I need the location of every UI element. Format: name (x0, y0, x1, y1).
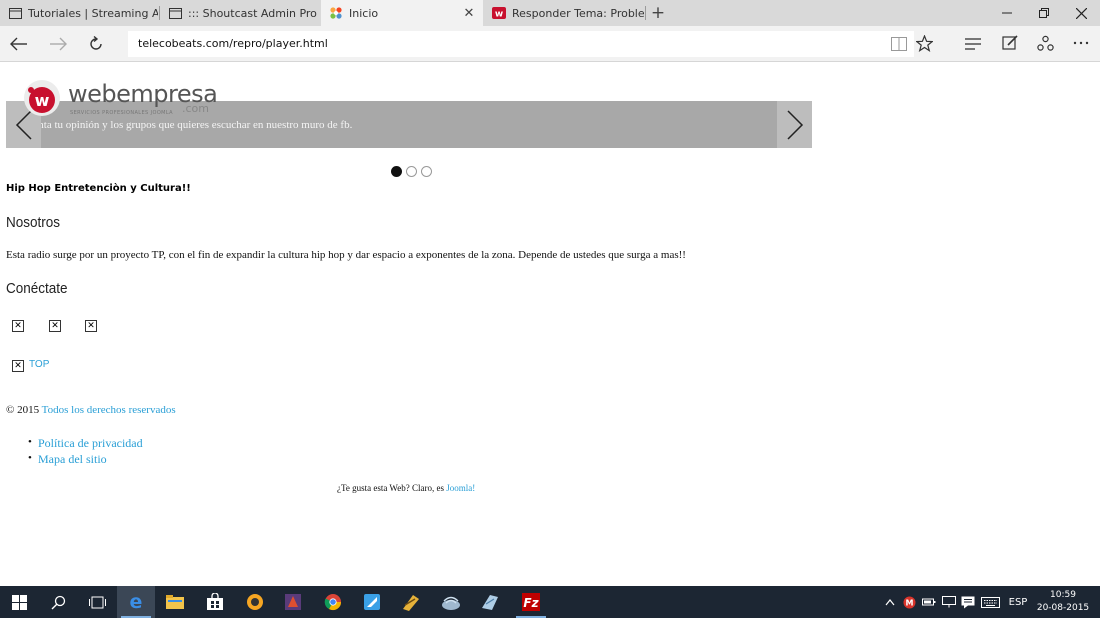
filezilla-icon[interactable]: Fz (512, 586, 550, 618)
app-icon[interactable] (432, 586, 470, 618)
web-page: Comenta tu opinión y los grupos que quie… (0, 62, 1100, 586)
chevron-up-icon[interactable] (883, 586, 897, 618)
restore-button[interactable] (1027, 0, 1061, 26)
task-view-icon[interactable] (78, 586, 116, 618)
site-tagline: Hip Hop Entretenciòn y Cultura!! (6, 183, 191, 194)
app-icon[interactable] (392, 586, 430, 618)
clock-date: 20-08-2015 (1036, 603, 1090, 613)
joomla-icon (329, 6, 343, 20)
taskbar: e Fz M ESP 10:59 20-08-2015 (0, 586, 1100, 618)
refresh-button[interactable] (82, 30, 110, 58)
app-icon[interactable] (353, 586, 391, 618)
slider-pagination (391, 166, 432, 177)
minimize-button[interactable] (990, 0, 1024, 26)
language-indicator[interactable]: ESP (1005, 586, 1031, 618)
copyright-prefix: © 2015 (6, 404, 40, 416)
webempresa-logo-icon: w (24, 80, 60, 116)
list-item: Política de privacidad (28, 436, 143, 452)
tab-divider (645, 6, 646, 20)
battery-icon[interactable] (921, 586, 937, 618)
close-window-button[interactable] (1064, 0, 1098, 26)
webempresa-icon: w (492, 6, 506, 20)
antivirus-icon[interactable]: M (902, 586, 916, 618)
about-heading: Nosotros (6, 214, 61, 231)
sitemap-link[interactable]: Mapa del sitio (38, 452, 107, 466)
slider-dot[interactable] (391, 166, 402, 177)
joomla-link[interactable]: Joomla! (446, 483, 475, 493)
tab-label: Tutoriales | Streaming Audio (28, 6, 158, 20)
vlc-media-player-icon[interactable] (236, 586, 274, 618)
hub-icon[interactable] (963, 35, 983, 53)
copyright: © 2015 Todos los derechos reservados (6, 404, 176, 416)
url-text[interactable]: telecobeats.com/repro/player.html (138, 37, 328, 50)
broken-image-icon[interactable]: ✕ (49, 320, 61, 332)
navigation-bar: telecobeats.com/repro/player.html (0, 26, 1100, 62)
broken-image-icon[interactable]: ✕ (12, 360, 24, 372)
back-button[interactable] (5, 30, 33, 58)
broken-image-icon[interactable]: ✕ (85, 320, 97, 332)
app-icon[interactable] (471, 586, 509, 618)
favorite-star-icon[interactable] (914, 34, 934, 52)
slider-dot[interactable] (421, 166, 432, 177)
chrome-icon[interactable] (314, 586, 352, 618)
tab-label: ::: Shoutcast Admin Pro v2.1.5 (188, 6, 320, 20)
list-item: Mapa del sitio (28, 452, 143, 468)
broken-image-icon[interactable]: ✕ (12, 320, 24, 332)
page-icon (8, 6, 22, 20)
tab-label: Responder Tema: Problema con (512, 6, 644, 20)
privacy-policy-link[interactable]: Política de privacidad (38, 436, 143, 450)
page-icon (168, 6, 182, 20)
top-link[interactable]: TOP (29, 359, 49, 370)
more-options-icon[interactable] (1071, 34, 1091, 52)
footer-links: Política de privacidad Mapa del sitio (28, 436, 143, 468)
start-button[interactable] (0, 586, 38, 618)
notifications-icon[interactable] (960, 586, 976, 618)
tab-responder-tema[interactable]: w Responder Tema: Problema con (484, 0, 644, 26)
logo-tagline: SERVICIOS PROFESIONALES JOOMLA (70, 110, 173, 116)
tab-strip: Tutoriales | Streaming Audio ::: Shoutca… (0, 0, 1100, 26)
logo-suffix: .com (182, 102, 209, 115)
search-icon[interactable] (39, 586, 77, 618)
copyright-link[interactable]: Todos los derechos reservados (42, 404, 176, 416)
slide-caption: Comenta tu opinión y los grupos que quie… (12, 119, 353, 131)
network-icon[interactable] (941, 586, 957, 618)
svg-text:w: w (495, 10, 503, 20)
site-logo[interactable]: w webempresa SERVICIOS PROFESIONALES JOO… (22, 78, 218, 118)
address-bar[interactable]: telecobeats.com/repro/player.html (128, 31, 914, 57)
keyboard-icon[interactable] (979, 586, 1001, 618)
svg-text:M: M (905, 598, 913, 607)
slider-next-button[interactable] (777, 101, 812, 148)
joomla-credit: ¿Te gusta esta Web? Claro, es Joomla! (337, 483, 475, 493)
edge-browser-icon[interactable]: e (117, 586, 155, 618)
image-slider: Comenta tu opinión y los grupos que quie… (6, 101, 812, 148)
clock-time: 10:59 (1050, 590, 1076, 600)
connect-heading: Conéctate (6, 280, 68, 297)
slider-dot[interactable] (406, 166, 417, 177)
forward-button[interactable] (44, 30, 72, 58)
svg-text:w: w (35, 91, 50, 110)
tab-shoutcast[interactable]: ::: Shoutcast Admin Pro v2.1.5 (160, 0, 320, 26)
new-tab-button[interactable]: + (648, 0, 668, 26)
app-icon[interactable] (274, 586, 312, 618)
store-icon[interactable] (196, 586, 234, 618)
joomla-credit-text: ¿Te gusta esta Web? Claro, es (337, 483, 444, 493)
tab-tutoriales[interactable]: Tutoriales | Streaming Audio (0, 0, 158, 26)
svg-text:e: e (130, 592, 143, 612)
close-tab-icon[interactable]: ✕ (458, 0, 480, 26)
share-icon[interactable] (1035, 34, 1055, 52)
about-text: Esta radio surge por un proyecto TP, con… (6, 249, 686, 261)
file-explorer-icon[interactable] (156, 586, 194, 618)
tab-label: Inicio (349, 6, 379, 20)
svg-text:Fz: Fz (523, 596, 539, 610)
reading-view-icon[interactable] (889, 35, 909, 53)
web-note-icon[interactable] (1000, 34, 1020, 52)
clock[interactable]: 10:59 20-08-2015 (1036, 589, 1090, 615)
